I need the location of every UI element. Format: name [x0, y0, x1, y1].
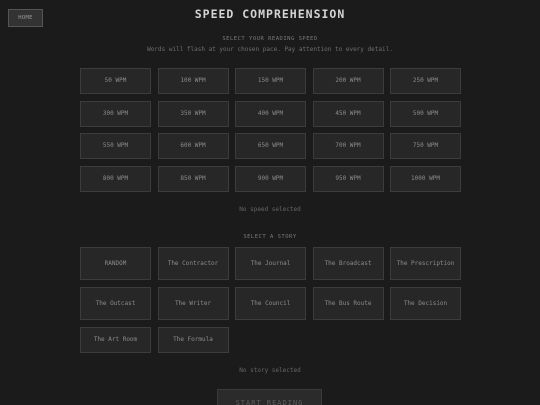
speed-option[interactable]: 900 WPM — [235, 165, 306, 192]
story-option[interactable]: The Formula — [157, 327, 229, 353]
speed-option[interactable]: 1000 WPM — [390, 165, 461, 192]
speed-option[interactable]: 850 WPM — [157, 165, 229, 192]
speed-option[interactable]: 300 WPM — [80, 100, 151, 127]
story-option[interactable]: RANDOM — [80, 247, 151, 280]
speed-option[interactable]: 150 WPM — [235, 68, 306, 94]
speed-option[interactable]: 200 WPM — [312, 68, 384, 94]
story-status: No story selected — [239, 367, 301, 374]
story-option[interactable]: The Art Room — [80, 327, 151, 353]
start-reading-button[interactable]: START READING — [217, 389, 322, 405]
speed-option[interactable]: 100 WPM — [157, 68, 229, 94]
speed-option[interactable]: 550 WPM — [80, 133, 151, 159]
story-option[interactable]: The Council — [235, 287, 306, 320]
speed-option[interactable]: 650 WPM — [235, 133, 306, 159]
story-option[interactable]: The Writer — [157, 287, 229, 320]
story-option[interactable]: The Outcast — [80, 287, 151, 320]
speed-option[interactable]: 750 WPM — [390, 133, 461, 159]
story-option[interactable]: The Broadcast — [312, 247, 384, 280]
speed-status: No speed selected — [239, 206, 301, 213]
speed-option[interactable]: 950 WPM — [312, 165, 384, 192]
speed-section-label: SELECT YOUR READING SPEED — [222, 36, 318, 42]
story-option[interactable]: The Prescription — [390, 247, 461, 280]
speed-option[interactable]: 250 WPM — [390, 68, 461, 94]
story-option[interactable]: The Contractor — [157, 247, 229, 280]
story-section-label: SELECT A STORY — [243, 234, 297, 240]
speed-option[interactable]: 450 WPM — [312, 100, 384, 127]
story-option[interactable]: The Journal — [235, 247, 306, 280]
speed-options-grid: 50 WPM 100 WPM 150 WPM 200 WPM 250 WPM 300 WP… — [80, 68, 461, 192]
story-options-grid: RANDOM The Contractor The Journal The Broad… — [80, 247, 461, 353]
speed-option[interactable]: 400 WPM — [235, 100, 306, 127]
speed-option[interactable]: 800 WPM — [80, 165, 151, 192]
speed-hint: Words will flash at your chosen pace. Pa… — [147, 46, 393, 53]
speed-option[interactable]: 500 WPM — [390, 100, 461, 127]
speed-option[interactable]: 600 WPM — [157, 133, 229, 159]
speed-option[interactable]: 700 WPM — [312, 133, 384, 159]
story-option[interactable]: The Decision — [390, 287, 461, 320]
page-title: SPEED COMPREHENSION — [194, 7, 346, 21]
speed-option[interactable]: 50 WPM — [80, 68, 151, 94]
speed-comprehension-page: HOME SPEED COMPREHENSION SELECT YOUR REA… — [0, 0, 540, 405]
story-option[interactable]: The Bus Route — [312, 287, 384, 320]
speed-option[interactable]: 350 WPM — [157, 100, 229, 127]
